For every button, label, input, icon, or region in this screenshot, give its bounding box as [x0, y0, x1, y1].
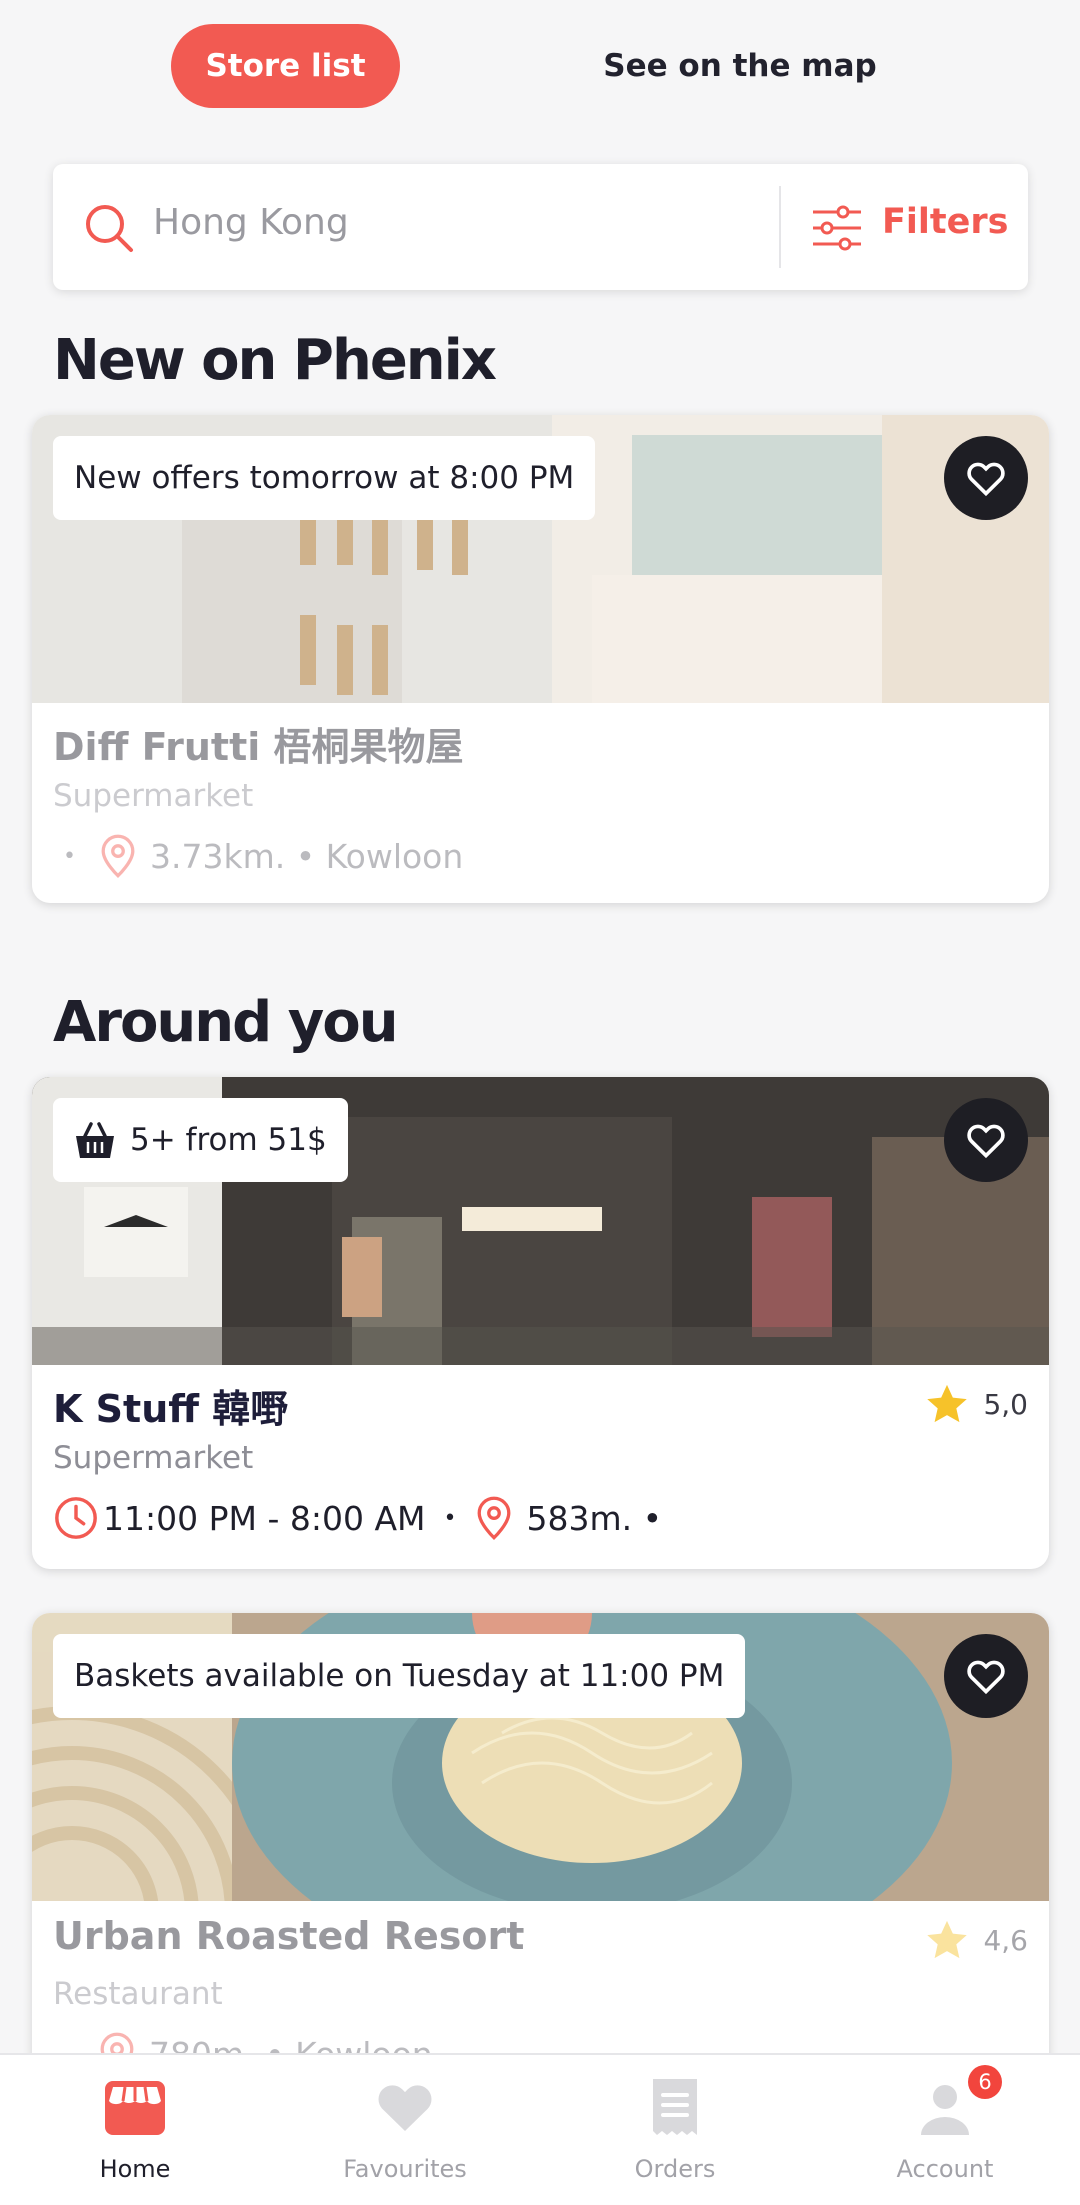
- section-title-new: New on Phenix: [53, 328, 497, 393]
- store-distance: 583m. •: [526, 1498, 663, 1538]
- receipt-icon: [653, 2079, 697, 2135]
- store-meta: • 3.73km. • Kowloon: [53, 833, 463, 879]
- view-tabs: Store list See on the map: [0, 24, 1080, 110]
- opening-hours: 11:00 PM - 8:00 AM: [103, 1498, 426, 1538]
- meta-bullet: •: [63, 843, 76, 869]
- star-icon: [927, 1920, 968, 1959]
- meta-bullet: •: [443, 1505, 457, 1531]
- heart-icon: [967, 1660, 1005, 1695]
- store-card[interactable]: New offers tomorrow at 8:00 PM Diff Frut…: [32, 415, 1049, 903]
- search-divider: [779, 186, 781, 268]
- favourite-button[interactable]: [944, 1634, 1028, 1718]
- location-pin-icon: [478, 1496, 511, 1540]
- tab-store-list[interactable]: Store list: [171, 24, 400, 108]
- store-distance: 3.73km. • Kowloon: [149, 836, 464, 876]
- offer-badge-text: Baskets available on Tuesday at 11:00 PM: [74, 1658, 725, 1694]
- store-card[interactable]: Baskets available on Tuesday at 11:00 PM…: [32, 1613, 1049, 2093]
- nav-orders[interactable]: Orders: [540, 2055, 810, 2205]
- offer-badge-text: New offers tomorrow at 8:00 PM: [74, 460, 575, 496]
- basket-icon: [76, 1122, 114, 1158]
- nav-label-account: Account: [896, 2155, 994, 2183]
- offer-badge: New offers tomorrow at 8:00 PM: [53, 436, 596, 520]
- store-card[interactable]: 5+ from 51$ K Stuff 韓嘢 5,0 Supermarket 1…: [32, 1077, 1049, 1569]
- nav-label-orders: Orders: [634, 2155, 716, 2183]
- store-category: Restaurant: [53, 1976, 223, 2012]
- clock-icon: [55, 1497, 97, 1539]
- store-name: K Stuff 韓嘢: [53, 1387, 289, 1431]
- store-meta: 11:00 PM - 8:00 AM • 583m. •: [53, 1495, 662, 1541]
- favourite-button[interactable]: [944, 1098, 1028, 1182]
- store-category: Supermarket: [53, 1440, 254, 1476]
- nav-label-favourites: Favourites: [343, 2155, 467, 2183]
- favourite-button[interactable]: [944, 436, 1028, 520]
- store-name: Urban Roasted Resort: [53, 1914, 525, 1958]
- notification-badge: 6: [968, 2065, 1002, 2099]
- search-bar[interactable]: Hong Kong Filters: [53, 164, 1028, 290]
- search-input[interactable]: Hong Kong: [153, 202, 349, 243]
- nav-account[interactable]: 6 Account: [810, 2055, 1080, 2205]
- store-rating: 5,0: [925, 1383, 1028, 1425]
- heart-icon: [967, 1124, 1005, 1159]
- nav-label-home: Home: [99, 2155, 171, 2183]
- price-badge-text: 5+ from 51$: [130, 1122, 327, 1158]
- heart-icon: [967, 462, 1005, 497]
- nav-favourites[interactable]: Favourites: [270, 2055, 540, 2205]
- star-icon: [927, 1384, 968, 1423]
- store-name: Diff Frutti 梧桐果物屋: [53, 725, 464, 769]
- rating-value: 5,0: [983, 1387, 1028, 1421]
- store-icon: [105, 2081, 165, 2135]
- store-rating: 4,6: [925, 1919, 1028, 1961]
- location-pin-icon: [101, 834, 135, 878]
- store-category: Supermarket: [53, 778, 254, 814]
- tab-see-on-map[interactable]: See on the map: [560, 24, 920, 108]
- filters-button[interactable]: Filters: [882, 202, 1008, 242]
- offer-badge: Baskets available on Tuesday at 11:00 PM: [53, 1634, 746, 1718]
- filters-icon[interactable]: [811, 202, 863, 254]
- rating-value: 4,6: [983, 1923, 1028, 1957]
- heart-icon: [378, 2085, 432, 2131]
- section-title-around: Around you: [53, 990, 399, 1055]
- search-icon: [86, 205, 133, 252]
- nav-home[interactable]: Home: [0, 2055, 270, 2205]
- bottom-nav: Home Favourites Orders 6 Account: [0, 2053, 1080, 2205]
- price-badge: 5+ from 51$: [53, 1098, 348, 1182]
